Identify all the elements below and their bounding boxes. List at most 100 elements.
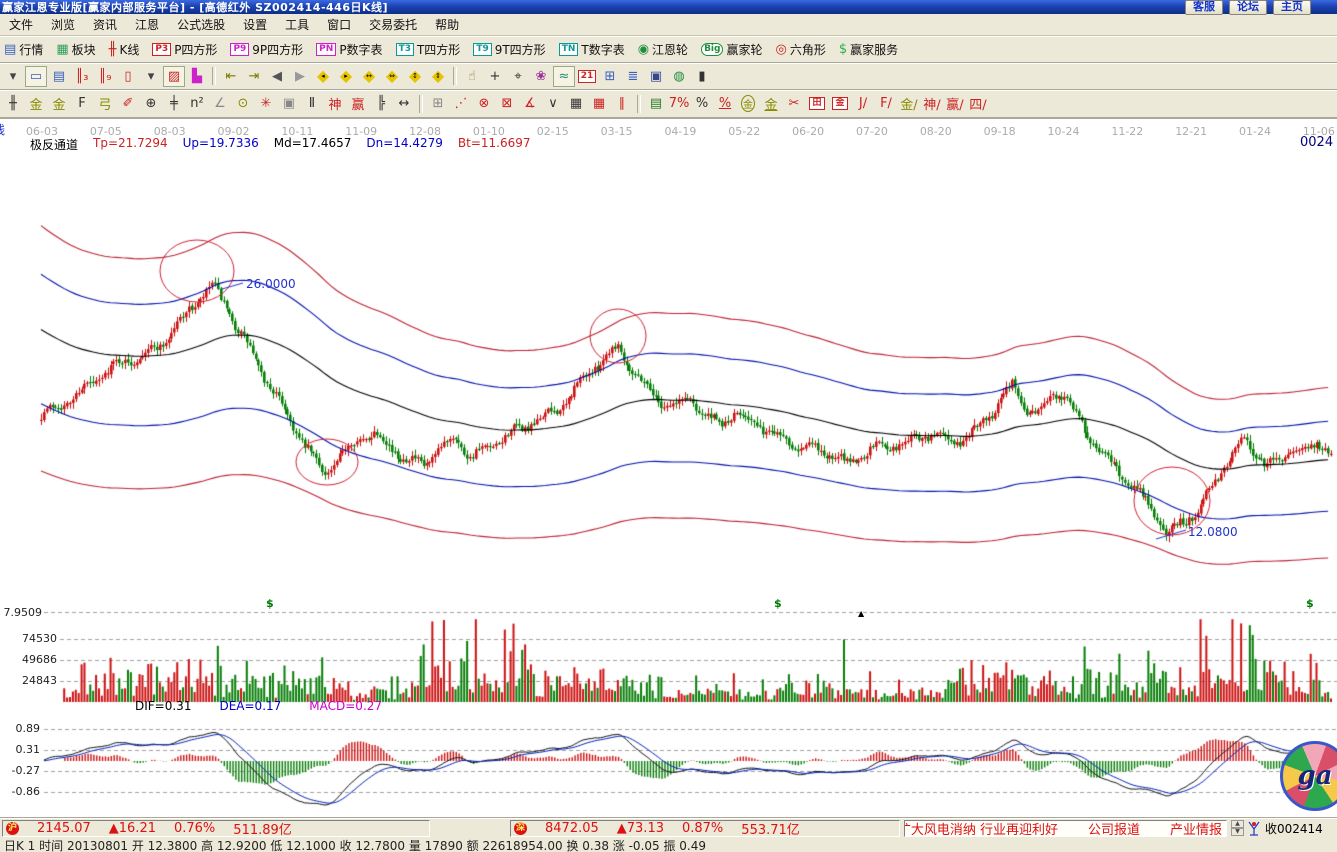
first-page-icon[interactable]: ⇤	[220, 66, 242, 87]
mark-tool-icon[interactable]: ❀	[530, 66, 552, 87]
boxed-x-tool-icon[interactable]: ⊠	[496, 93, 518, 114]
expand-horizontal-icon[interactable]: ◆↔	[358, 66, 380, 87]
red-box-gold-tool-icon[interactable]: 金	[829, 93, 851, 114]
zoom-tool-icon[interactable]: ⌖	[507, 66, 529, 87]
wave-tool-icon[interactable]: ≈	[553, 66, 575, 87]
calculator-icon[interactable]: ⊞	[599, 66, 621, 87]
menu-item-设置[interactable]: 设置	[234, 16, 276, 33]
ruler-123-tool-icon[interactable]: ╠	[370, 93, 392, 114]
info-document-icon[interactable]: ▤	[48, 66, 70, 87]
toolbar-button-sectors[interactable]: ▦板块	[56, 41, 95, 58]
compass-tool-icon[interactable]: ⊕	[140, 93, 162, 114]
matrix-list-icon[interactable]: ▤	[645, 93, 667, 114]
toolbar-button-t-square[interactable]: T3T四方形	[396, 41, 461, 58]
ying-tool-icon[interactable]: 赢	[347, 93, 369, 114]
kline-3-icon[interactable]: ║₃	[71, 66, 93, 87]
j-slash-tool-icon[interactable]: J∕	[852, 93, 874, 114]
ticker-spinner[interactable]: ▲▼	[1231, 820, 1244, 836]
pan-hand-icon[interactable]: ☝	[461, 66, 483, 87]
menu-item-江恩[interactable]: 江恩	[126, 16, 168, 33]
menu-item-公式选股[interactable]: 公式选股	[168, 16, 234, 33]
parallel-lines-tool-icon[interactable]: ∥	[611, 93, 633, 114]
percent7-tool-icon[interactable]: 7%	[668, 93, 690, 114]
gold-square-tool-icon[interactable]: 金	[48, 93, 70, 114]
toolbar-button-9t-square[interactable]: T99T四方形	[473, 41, 545, 58]
angle-lines-tool-icon[interactable]: ∡	[519, 93, 541, 114]
expand-vertical-icon[interactable]: ◆↕	[404, 66, 426, 87]
notes-icon[interactable]: ≣	[622, 66, 644, 87]
toolbar-button-winner-wheel[interactable]: Big赢家轮	[701, 41, 762, 58]
toolbar-button-quotes[interactable]: ▤行情	[4, 41, 43, 58]
grid-tool-icon[interactable]: ╫	[2, 93, 24, 114]
toolbar-button-gann-wheel[interactable]: ◉江恩轮	[638, 41, 688, 58]
knife-tool-icon[interactable]: ✂	[783, 93, 805, 114]
compress-horizontal-icon[interactable]: ◆⇔	[381, 66, 403, 87]
news-ticker[interactable]: 利改善 机构布局促进持股集中产业情报国家电网出招扩大风电消纳 行业再迎利好公司报…	[904, 820, 1227, 837]
toolbar-button-9p-square[interactable]: P99P四方形	[230, 41, 303, 58]
menu-item-工具[interactable]: 工具	[276, 16, 318, 33]
toolbar-button-p-square[interactable]: P3P四方形	[152, 41, 217, 58]
shift-left-icon[interactable]: ◆◂	[312, 66, 334, 87]
crosshair-icon[interactable]: +	[484, 66, 506, 87]
circled-x-tool-icon[interactable]: ⊗	[473, 93, 495, 114]
next-bar-icon[interactable]: ▶	[289, 66, 311, 87]
check-lines-tool-icon[interactable]: ∨	[542, 93, 564, 114]
gold-circle-tool-icon[interactable]: 金	[25, 93, 47, 114]
prev-bar-icon[interactable]: ◀	[266, 66, 288, 87]
shift-right-icon[interactable]: ◆▸	[335, 66, 357, 87]
grid-box-red-tool-icon[interactable]: ▦	[588, 93, 610, 114]
spinner-up-icon[interactable]: ▲	[1231, 820, 1244, 828]
k-notation-tool-icon[interactable]: Ⅱ	[301, 93, 323, 114]
candle-style-dropdown-icon[interactable]: ▾	[140, 66, 162, 87]
toolbar-button-kline[interactable]: ╫K线	[109, 41, 140, 58]
toolbar-button-hexagon[interactable]: ◎六角形	[775, 41, 825, 58]
starburst-tool-icon[interactable]: ✳	[255, 93, 277, 114]
shen-slash-tool-icon[interactable]: 神∕	[921, 93, 943, 114]
menu-item-文件[interactable]: 文件	[0, 16, 42, 33]
indicator-overlay-icon[interactable]: ▨	[163, 66, 185, 87]
menu-item-交易委托[interactable]: 交易委托	[360, 16, 426, 33]
last-page-icon[interactable]: ⇥	[243, 66, 265, 87]
boxed-star-tool-icon[interactable]: ▣	[278, 93, 300, 114]
compress-vertical-icon[interactable]: ◆⇕	[427, 66, 449, 87]
n2-tool-icon[interactable]: n²	[186, 93, 208, 114]
color-histogram-icon[interactable]: ▙	[186, 66, 208, 87]
titlebar-button-客服[interactable]: 客服	[1185, 0, 1223, 15]
pattern-window-icon[interactable]: ▭	[25, 66, 47, 87]
spiral-tool-icon[interactable]: 弓	[94, 93, 116, 114]
gold-line-tool-icon[interactable]: 金	[760, 93, 782, 114]
target-circle-tool-icon[interactable]: ⊙	[232, 93, 254, 114]
chart-type-dropdown-icon[interactable]: ▾	[2, 66, 24, 87]
percent-tool-icon[interactable]: %	[691, 93, 713, 114]
toolbar-button-p-number-table[interactable]: PNP数字表	[316, 41, 382, 58]
gold-slash-tool-icon[interactable]: 金∕	[898, 93, 920, 114]
candle-style-icon[interactable]: ▯	[117, 66, 139, 87]
menu-item-浏览[interactable]: 浏览	[42, 16, 84, 33]
menu-item-帮助[interactable]: 帮助	[426, 16, 468, 33]
toolbar-button-t-number-table[interactable]: TNT数字表	[559, 41, 625, 58]
save-icon[interactable]: ▣	[645, 66, 667, 87]
shen-tool-icon[interactable]: 神	[324, 93, 346, 114]
percent-line-tool-icon[interactable]: %	[714, 93, 736, 114]
si-slash-tool-icon[interactable]: 四∕	[967, 93, 989, 114]
angle-tool-icon[interactable]: ∠	[209, 93, 231, 114]
toolbar-button-winner-service[interactable]: $赢家服务	[839, 41, 898, 58]
frame-tool-icon[interactable]: ⊞	[427, 93, 449, 114]
f-slash-tool-icon[interactable]: F∕	[875, 93, 897, 114]
width-arrows-tool-icon[interactable]: ↔	[393, 93, 415, 114]
titlebar-button-主页[interactable]: 主页	[1273, 0, 1311, 15]
red-box-tian-tool-icon[interactable]: 田	[806, 93, 828, 114]
pen-tool-icon[interactable]: ✐	[117, 93, 139, 114]
calendar-icon[interactable]: 21	[576, 66, 598, 87]
terminal-icon[interactable]: ▮	[691, 66, 713, 87]
menu-item-窗口[interactable]: 窗口	[318, 16, 360, 33]
grid-box-tool-icon[interactable]: ▦	[565, 93, 587, 114]
ying-slash-tool-icon[interactable]: 赢∕	[944, 93, 966, 114]
fibonacci-tool-icon[interactable]: F	[71, 93, 93, 114]
spinner-down-icon[interactable]: ▼	[1231, 828, 1244, 836]
ruler-tool-icon[interactable]: ╪	[163, 93, 185, 114]
internet-icon[interactable]: ◍	[668, 66, 690, 87]
kline-9-icon[interactable]: ║₉	[94, 66, 116, 87]
titlebar-button-论坛[interactable]: 论坛	[1229, 0, 1267, 15]
fan-lines-tool-icon[interactable]: ⋰	[450, 93, 472, 114]
